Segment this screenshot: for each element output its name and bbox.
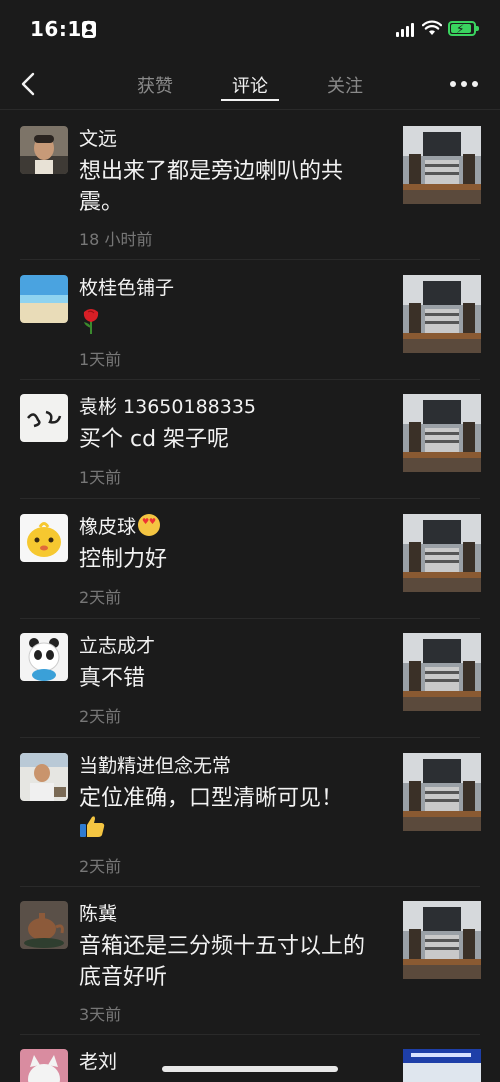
avatar[interactable] xyxy=(20,514,68,562)
video-thumbnail[interactable] xyxy=(403,901,481,979)
video-thumbnail[interactable] xyxy=(403,514,481,592)
avatar[interactable] xyxy=(20,275,68,323)
time-ago: 1天前 xyxy=(79,468,122,487)
avatar[interactable] xyxy=(20,753,68,801)
user-name[interactable]: 枚桂色铺子 xyxy=(79,273,174,300)
notifications-screen: 16:19 ⚡ 获赞 评论 关注 文远 想出来了都是旁边喇叭的共震。 18 小时… xyxy=(0,0,500,1082)
comment-text: 控制力好 xyxy=(79,547,168,572)
avatar[interactable] xyxy=(20,901,68,949)
avatar[interactable] xyxy=(20,1049,68,1082)
time-ago: 2天前 xyxy=(79,707,122,726)
comment-item[interactable]: 文远 想出来了都是旁边喇叭的共震。 18 小时前 xyxy=(0,126,500,260)
time-ago: 2天前 xyxy=(79,588,122,607)
home-indicator[interactable] xyxy=(162,1066,338,1072)
comment-text: 音箱还是三分频十五寸以上的底音好听 xyxy=(79,934,366,990)
time-ago: 18 小时前 xyxy=(79,230,153,249)
user-name[interactable]: 陈冀 xyxy=(79,899,117,926)
status-bar: 16:19 ⚡ xyxy=(0,0,500,58)
nav-bar: 获赞 评论 关注 xyxy=(0,58,500,110)
user-name[interactable]: 当勤精进但念无常 xyxy=(79,751,231,778)
wifi-icon xyxy=(422,20,442,35)
user-name[interactable]: 袁彬 13650188335 xyxy=(79,392,256,419)
avatar[interactable] xyxy=(20,633,68,681)
active-tab-indicator xyxy=(221,99,279,101)
heart-eyes-emoji-icon xyxy=(138,514,161,536)
more-icon[interactable] xyxy=(450,81,478,87)
video-thumbnail[interactable] xyxy=(403,753,481,831)
battery-icon: ⚡ xyxy=(448,21,479,36)
comment-text: 想出来了都是旁边喇叭的共震。 xyxy=(79,159,344,215)
comment-text: 真不错 xyxy=(79,666,146,691)
tab-follow[interactable]: 关注 xyxy=(327,72,363,98)
time-ago: 3天前 xyxy=(79,1005,122,1024)
tab-likes[interactable]: 获赞 xyxy=(137,72,173,98)
person-icon xyxy=(82,21,96,38)
avatar[interactable] xyxy=(20,126,68,174)
video-thumbnail[interactable] xyxy=(403,633,481,711)
comment-item[interactable]: 陈冀 音箱还是三分频十五寸以上的底音好听 3天前 xyxy=(0,901,500,1035)
user-name[interactable]: 橡皮球 xyxy=(79,512,161,539)
comment-text: 定位准确，口型清晰可见！ xyxy=(79,786,344,811)
comment-item[interactable]: 橡皮球 控制力好 2天前 xyxy=(0,514,500,619)
thumbs-up-emoji-icon xyxy=(80,816,105,837)
comment-item[interactable]: 袁彬 13650188335 买个 cd 架子呢 1天前 xyxy=(0,394,500,499)
user-name[interactable]: 立志成才 xyxy=(79,631,155,658)
tab-comments[interactable]: 评论 xyxy=(232,72,268,98)
video-thumbnail[interactable] xyxy=(403,1049,481,1082)
video-thumbnail[interactable] xyxy=(403,126,481,204)
video-thumbnail[interactable] xyxy=(403,394,481,472)
user-name[interactable]: 文远 xyxy=(79,124,117,151)
video-thumbnail[interactable] xyxy=(403,275,481,353)
comment-text: 买个 cd 架子呢 xyxy=(79,427,230,452)
user-name[interactable]: 老刘 xyxy=(79,1049,117,1074)
comment-item[interactable]: 立志成才 真不错 2天前 xyxy=(0,633,500,738)
back-icon[interactable] xyxy=(16,70,44,98)
comment-item[interactable]: 枚桂色铺子 1天前 xyxy=(0,275,500,380)
comment-item[interactable]: 当勤精进但念无常 定位准确，口型清晰可见！ 2天前 xyxy=(0,753,500,887)
avatar[interactable] xyxy=(20,394,68,442)
time-ago: 2天前 xyxy=(79,857,122,876)
time-ago: 1天前 xyxy=(79,350,122,369)
rose-emoji-icon xyxy=(83,309,99,334)
signal-icon xyxy=(396,22,416,37)
